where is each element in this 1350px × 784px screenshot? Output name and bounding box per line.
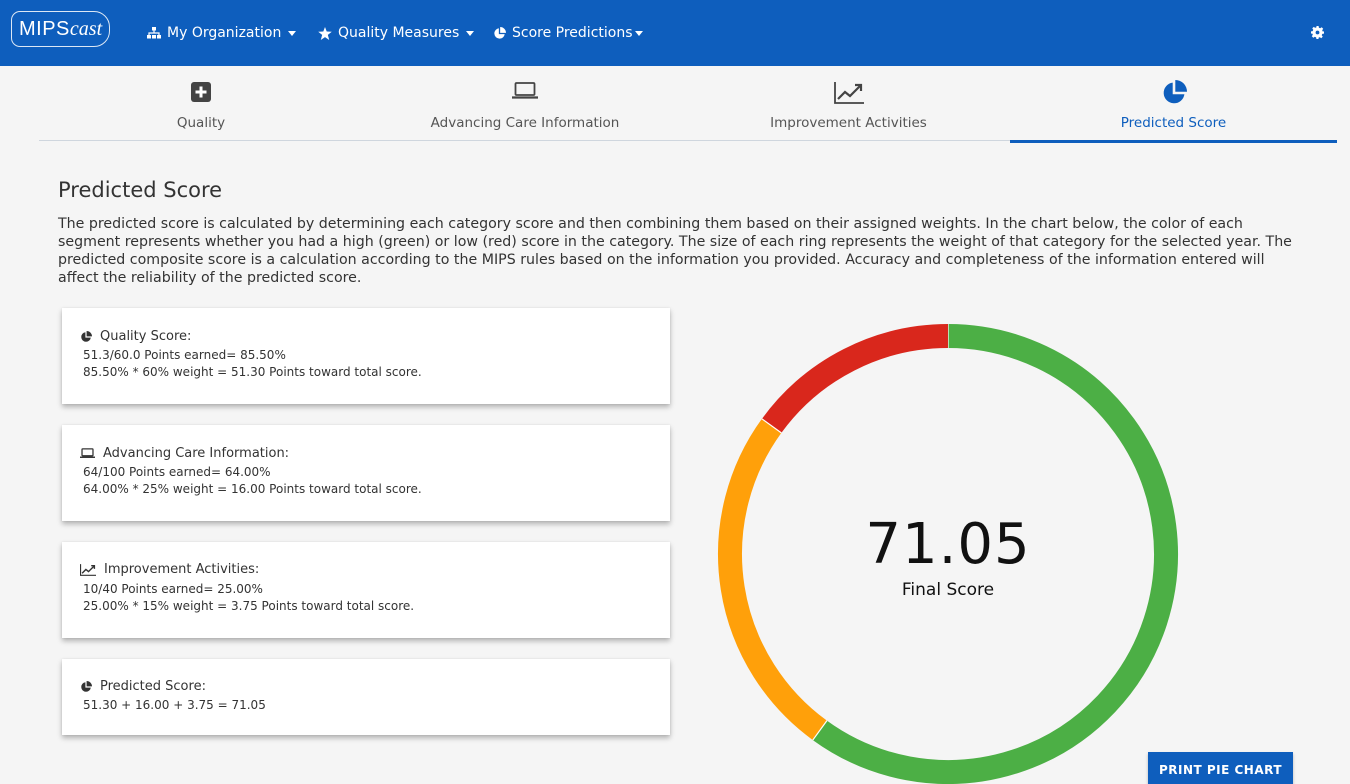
card-title-text: Advancing Care Information:	[103, 446, 290, 461]
tab-advancing-care-information[interactable]: Advancing Care Information	[363, 66, 687, 142]
sitemap-icon	[147, 27, 161, 39]
card-title: Quality Score:	[80, 329, 191, 344]
predicted-score-card: Predicted Score: 51.30 + 16.00 + 3.75 = …	[62, 659, 670, 735]
card-title-text: Predicted Score:	[100, 679, 206, 694]
mipscast-logo[interactable]: MIPS cast	[11, 11, 111, 47]
card-title: Advancing Care Information:	[80, 446, 289, 461]
improvement-activities-card: Improvement Activities: 10/40 Points ear…	[62, 542, 670, 638]
pie-chart-icon	[81, 680, 92, 692]
tab-improvement-activities[interactable]: Improvement Activities	[687, 66, 1010, 142]
laptop-icon	[80, 448, 95, 458]
donut-segment-improvement-activities	[761, 324, 949, 434]
final-score-label: Final Score	[901, 580, 995, 600]
card-title-text: Improvement Activities:	[104, 562, 260, 577]
advancing-care-card: Advancing Care Information: 64/100 Point…	[62, 425, 670, 521]
card-line: 64/100 Points earned= 64.00%	[83, 465, 271, 479]
nav-label: Quality Measures	[338, 25, 460, 41]
plus-square-icon	[191, 82, 211, 102]
card-line: 85.50% * 60% weight = 51.30 Points towar…	[83, 365, 422, 379]
card-line: 10/40 Points earned= 25.00%	[83, 582, 263, 596]
card-line: 51.30 + 16.00 + 3.75 = 71.05	[83, 698, 266, 712]
tab-quality[interactable]: Quality	[39, 66, 363, 142]
final-score-value: 71.05	[865, 512, 1031, 577]
card-line: 64.00% * 25% weight = 16.00 Points towar…	[83, 482, 422, 496]
tab-predicted-score[interactable]: Predicted Score	[1010, 66, 1337, 143]
page-description: The predicted score is calculated by det…	[58, 216, 1292, 286]
brand-prefix: MIPS	[19, 17, 70, 40]
laptop-icon	[512, 82, 538, 99]
card-title: Improvement Activities:	[80, 562, 259, 577]
tab-label: Advancing Care Information	[430, 115, 620, 131]
tab-label: Quality	[176, 115, 226, 131]
card-line: 51.3/60.0 Points earned= 85.50%	[83, 348, 286, 362]
chevron-down-icon	[466, 30, 475, 36]
card-line: 25.00% * 15% weight = 3.75 Points toward…	[83, 599, 415, 613]
pie-chart-icon	[1163, 80, 1187, 104]
chevron-down-icon	[288, 30, 297, 36]
tab-label: Improvement Activities	[770, 115, 927, 131]
pie-chart-icon	[494, 26, 506, 39]
chevron-down-icon	[634, 30, 643, 36]
star-icon	[318, 26, 332, 40]
print-pie-chart-button[interactable]: PRINT PIE CHART	[1148, 752, 1293, 784]
line-chart-icon	[833, 82, 864, 104]
tab-label: Predicted Score	[1120, 115, 1227, 131]
line-chart-icon	[80, 563, 96, 576]
pie-chart-icon	[81, 330, 92, 342]
gear-icon[interactable]	[1311, 26, 1324, 39]
top-navbar: MIPS cast My Organization Quality Measure…	[0, 0, 1350, 66]
nav-score-predictions[interactable]: Score Predictions	[493, 0, 643, 66]
card-title-text: Quality Score:	[100, 329, 192, 344]
page-title: Predicted Score	[58, 178, 223, 202]
brand-suffix: cast	[69, 17, 103, 40]
nav-quality-measures[interactable]: Quality Measures	[318, 0, 475, 66]
nav-label: Score Predictions	[512, 25, 633, 41]
donut-segment-advancing-care-information	[718, 418, 827, 741]
card-title: Predicted Score:	[80, 679, 206, 694]
quality-score-card: Quality Score: 51.3/60.0 Points earned= …	[62, 308, 670, 404]
nav-label: My Organization	[167, 25, 282, 41]
nav-my-organization[interactable]: My Organization	[147, 0, 297, 66]
